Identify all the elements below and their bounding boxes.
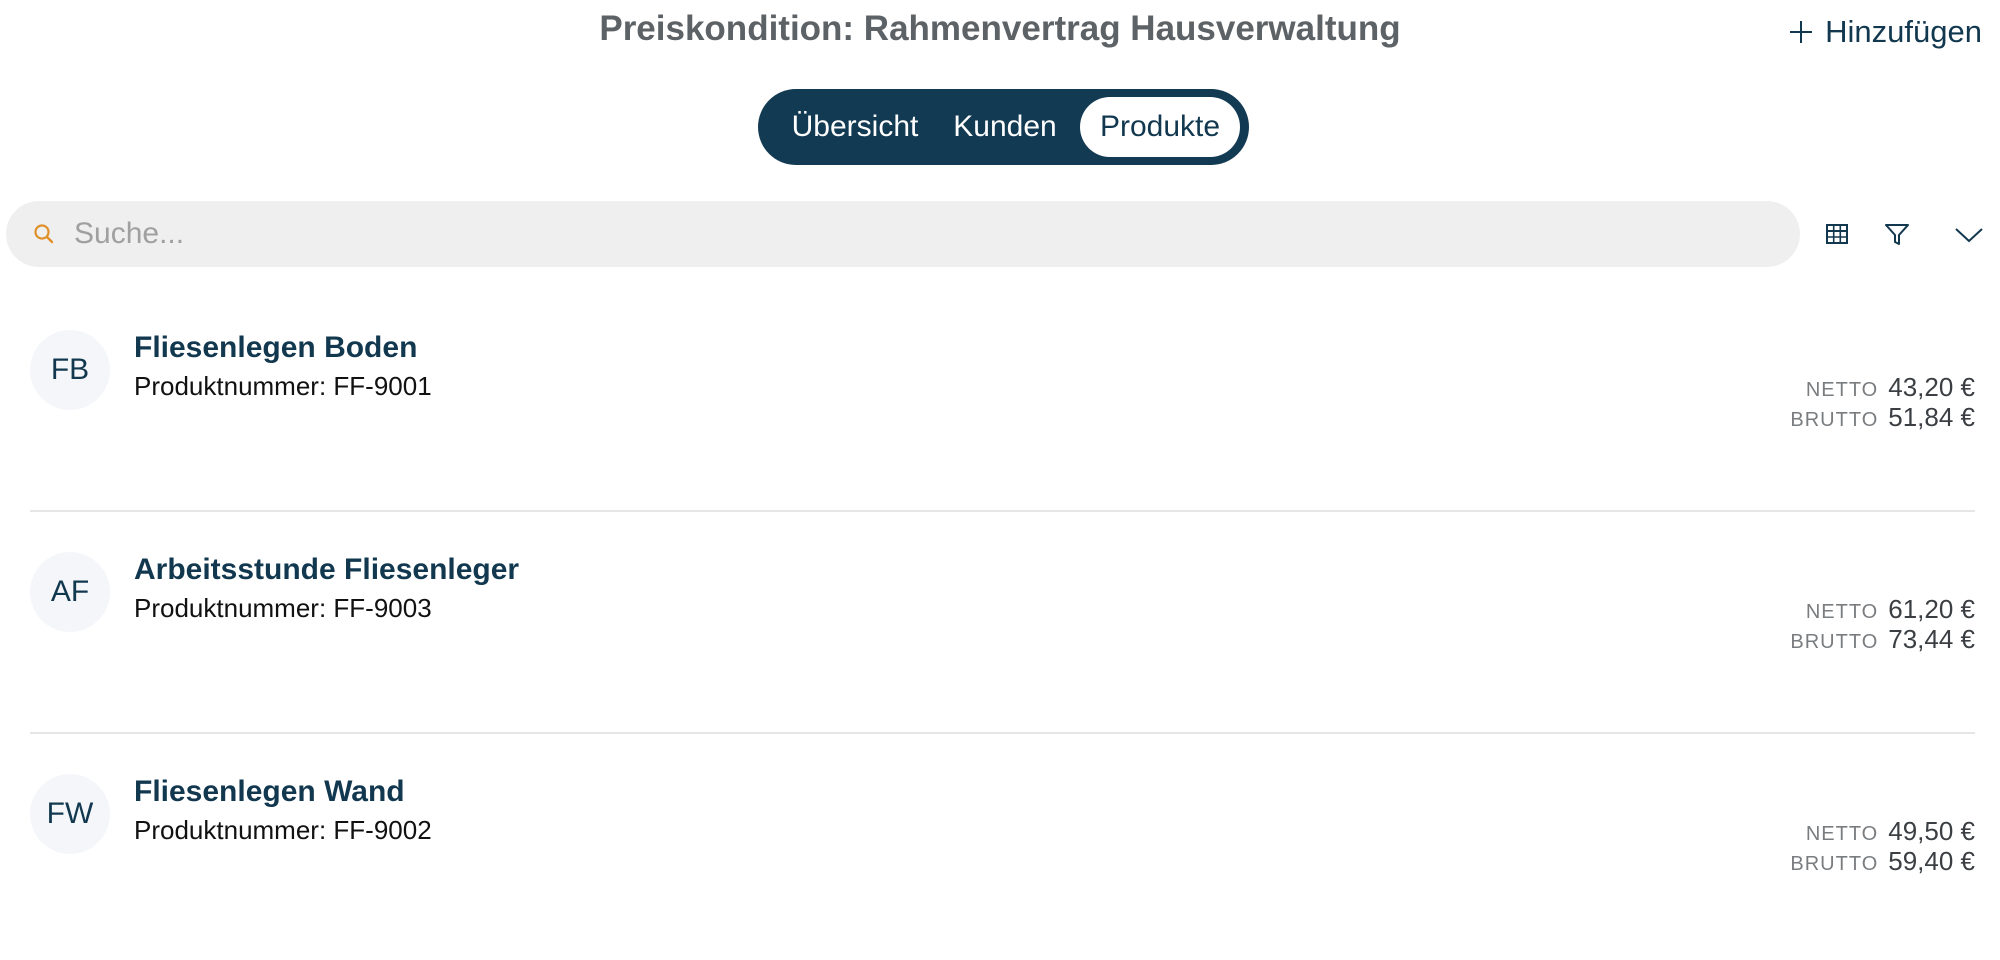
add-button-label: Hinzufügen — [1825, 14, 1982, 49]
net-price: 61,20 € — [1888, 594, 1975, 624]
list-item[interactable]: FW Fliesenlegen Wand Produktnummer: FF-9… — [30, 734, 1975, 956]
avatar: FB — [30, 330, 110, 410]
list-item[interactable]: AF Arbeitsstunde Fliesenleger Produktnum… — [30, 512, 1975, 734]
search-bar — [6, 201, 1800, 267]
gross-price-row: BRUTTO 59,40 € — [1790, 846, 1975, 876]
tab-overview[interactable]: Übersicht — [766, 97, 944, 157]
plus-icon — [1790, 21, 1813, 43]
view-tabs: Übersicht Kunden Produkte — [758, 89, 1249, 165]
search-icon — [34, 224, 54, 244]
avatar: FW — [30, 774, 110, 854]
avatar: AF — [30, 552, 110, 632]
tab-customers[interactable]: Kunden — [944, 97, 1066, 157]
product-number: Produktnummer: FF-9003 — [134, 593, 432, 623]
list-item[interactable]: FB Fliesenlegen Boden Produktnummer: FF-… — [30, 290, 1975, 512]
gross-label: BRUTTO — [1790, 409, 1879, 431]
net-price-row: NETTO 61,20 € — [1790, 594, 1975, 624]
price-block: NETTO 43,20 € BRUTTO 51,84 € — [1790, 372, 1975, 432]
page: Preiskondition: Rahmenvertrag Hausverwal… — [0, 0, 2000, 960]
chevron-down-icon[interactable] — [1954, 219, 1984, 249]
product-list: FB Fliesenlegen Boden Produktnummer: FF-… — [30, 290, 1975, 956]
gross-price: 51,84 € — [1888, 402, 1975, 432]
table-icon[interactable] — [1822, 219, 1852, 249]
add-button[interactable]: Hinzufügen — [1787, 10, 1982, 54]
page-title: Preiskondition: Rahmenvertrag Hausverwal… — [599, 9, 1401, 48]
filter-icon[interactable] — [1882, 219, 1912, 249]
gross-label: BRUTTO — [1790, 853, 1879, 875]
search-input[interactable] — [72, 203, 1756, 265]
gross-label: BRUTTO — [1790, 631, 1879, 653]
net-label: NETTO — [1805, 823, 1879, 845]
net-label: NETTO — [1805, 601, 1879, 623]
product-name: Fliesenlegen Wand — [134, 775, 405, 808]
product-number: Produktnummer: FF-9002 — [134, 815, 432, 845]
product-number: Produktnummer: FF-9001 — [134, 371, 432, 401]
gross-price-row: BRUTTO 51,84 € — [1790, 402, 1975, 432]
product-name: Fliesenlegen Boden — [134, 331, 418, 364]
net-price: 49,50 € — [1888, 816, 1975, 846]
price-block: NETTO 49,50 € BRUTTO 59,40 € — [1790, 816, 1975, 876]
net-label: NETTO — [1805, 379, 1879, 401]
product-name: Arbeitsstunde Fliesenleger — [134, 553, 520, 586]
gross-price: 73,44 € — [1888, 624, 1975, 654]
gross-price: 59,40 € — [1888, 846, 1975, 876]
net-price-row: NETTO 49,50 € — [1790, 816, 1975, 846]
price-block: NETTO 61,20 € BRUTTO 73,44 € — [1790, 594, 1975, 654]
net-price-row: NETTO 43,20 € — [1790, 372, 1975, 402]
tab-products[interactable]: Produkte — [1080, 97, 1240, 157]
net-price: 43,20 € — [1888, 372, 1975, 402]
gross-price-row: BRUTTO 73,44 € — [1790, 624, 1975, 654]
